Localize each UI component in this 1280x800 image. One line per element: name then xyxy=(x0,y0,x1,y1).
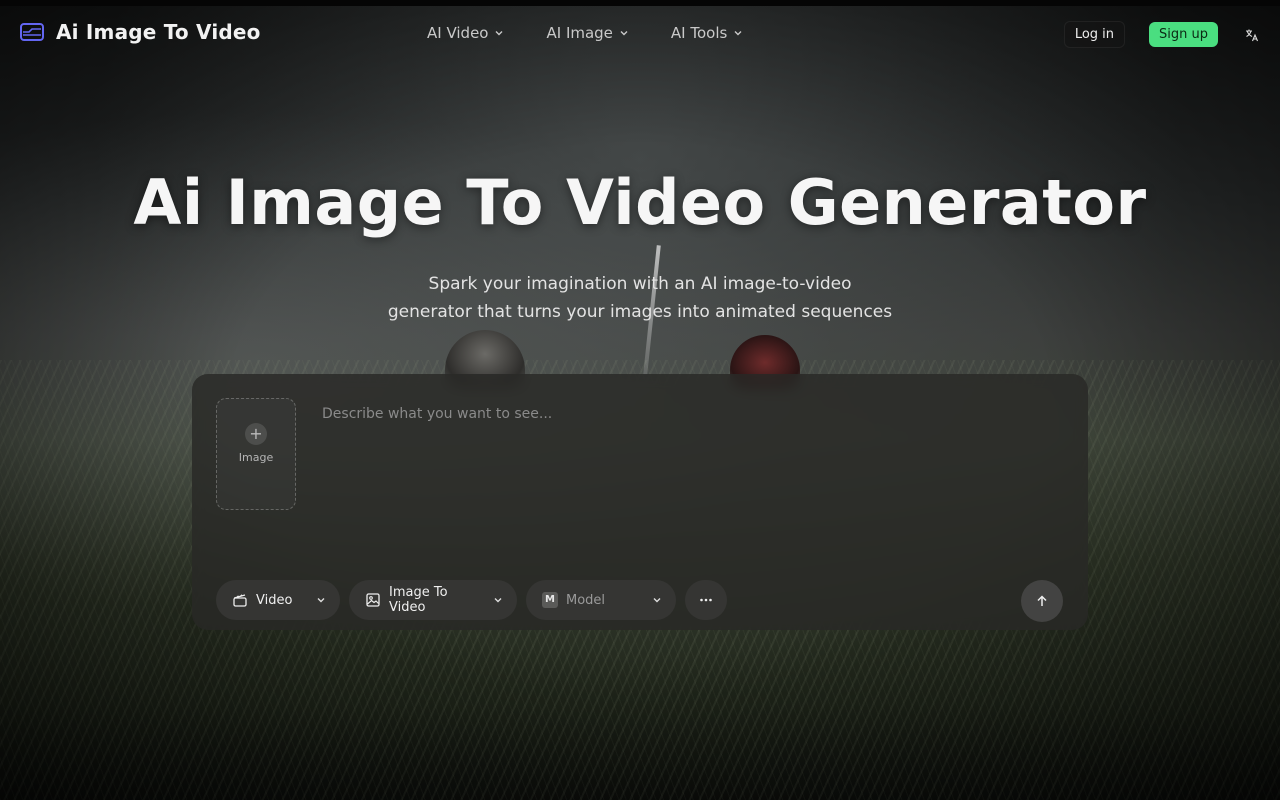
main-nav: AI Video AI Image AI Tools xyxy=(427,24,743,42)
signup-button[interactable]: Sign up xyxy=(1149,22,1218,47)
mode-select[interactable]: Image To Video xyxy=(349,580,517,620)
more-options-button[interactable] xyxy=(685,580,727,620)
type-select[interactable]: Video xyxy=(216,580,340,620)
hero-subtitle: Spark your imagination with an AI image-… xyxy=(340,270,940,326)
chevron-down-icon xyxy=(317,598,325,603)
mode-select-label: Image To Video xyxy=(389,585,448,615)
translate-icon[interactable] xyxy=(1244,27,1260,43)
chevron-down-icon xyxy=(495,31,503,36)
image-upload-button[interactable]: + Image xyxy=(216,398,296,510)
chevron-down-icon xyxy=(734,31,742,36)
nav-label: AI Image xyxy=(546,24,613,42)
submit-button[interactable] xyxy=(1021,580,1063,622)
nav-label: AI Tools xyxy=(670,24,728,42)
nav-ai-image[interactable]: AI Image xyxy=(546,24,628,42)
hero-title: Ai Image To Video Generator xyxy=(133,166,1147,239)
clapperboard-icon xyxy=(233,594,247,607)
hero-subtitle-line-1: Spark your imagination with an AI image-… xyxy=(428,274,852,294)
nav-label: AI Video xyxy=(427,24,489,42)
chevron-down-icon xyxy=(620,31,628,36)
model-select[interactable]: M Model xyxy=(526,580,676,620)
composer-controls: Video Image To Video M Model xyxy=(216,580,727,620)
chevron-down-icon xyxy=(494,598,502,603)
plus-icon: + xyxy=(245,423,267,445)
prompt-composer: + Image Video Image To Video M Model xyxy=(192,374,1088,630)
brand-link[interactable]: Ai Image To Video xyxy=(20,20,261,44)
type-select-label: Video xyxy=(256,592,293,608)
image-icon xyxy=(366,593,380,607)
more-horizontal-icon xyxy=(700,598,712,602)
auth-actions: Log in Sign up xyxy=(1063,21,1260,48)
brand-name: Ai Image To Video xyxy=(56,20,261,44)
nav-ai-tools[interactable]: AI Tools xyxy=(671,24,743,42)
site-header: Ai Image To Video AI Video AI Image AI T… xyxy=(0,6,1280,62)
nav-ai-video[interactable]: AI Video xyxy=(427,24,504,42)
login-button[interactable]: Log in xyxy=(1063,21,1126,48)
prompt-input[interactable] xyxy=(320,404,1064,548)
arrow-up-icon xyxy=(1037,595,1047,606)
chevron-down-icon xyxy=(653,598,661,603)
video-frame-icon xyxy=(20,23,44,41)
model-badge: M xyxy=(542,592,558,608)
image-upload-label: Image xyxy=(238,451,274,464)
hero-subtitle-line-2: generator that turns your images into an… xyxy=(387,302,893,322)
model-select-label: Model xyxy=(566,592,606,608)
